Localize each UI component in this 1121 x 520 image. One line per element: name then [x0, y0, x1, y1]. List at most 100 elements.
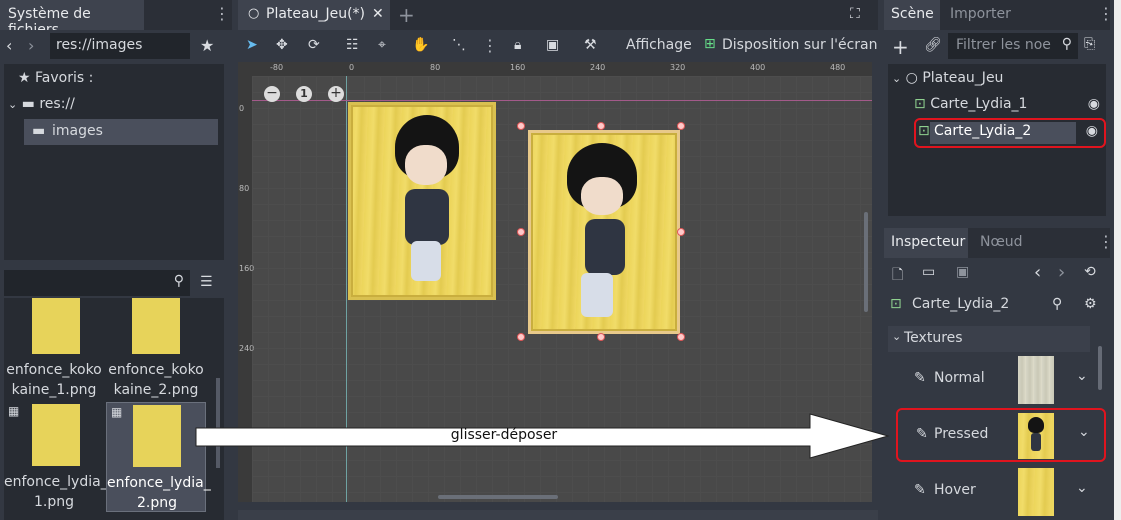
resize-handle[interactable]	[677, 228, 685, 236]
textures-section-header[interactable]: ⌄ Textures	[888, 326, 1090, 352]
file-thumbnail	[32, 404, 80, 466]
character-body	[1031, 433, 1041, 451]
favorites-row[interactable]: ★ Favoris :	[18, 70, 93, 86]
history-icon[interactable]: ⟲	[1084, 264, 1096, 280]
history-back-icon[interactable]: ‹	[1034, 262, 1041, 283]
search-icon[interactable]: ⚲	[1052, 296, 1062, 312]
images-folder-row[interactable]: ▬ images	[24, 119, 218, 145]
horizontal-scrollbar[interactable]	[438, 495, 558, 499]
bone-icon[interactable]: ⚒	[584, 37, 597, 53]
save-icon[interactable]: ▣	[956, 264, 969, 280]
add-tab-icon[interactable]: +	[398, 3, 415, 27]
card-lydia-2[interactable]	[528, 130, 680, 334]
script-icon[interactable]: ⎘	[1084, 36, 1095, 52]
image-file-icon: ▦	[8, 404, 20, 418]
resize-handle[interactable]	[677, 122, 685, 130]
list-select-icon[interactable]: ☷	[346, 37, 359, 53]
chevron-down-icon[interactable]: ⌄	[1078, 424, 1090, 440]
file-name: enfonce_lydia_ 2.png	[107, 475, 211, 511]
node-label: Carte_Lydia_2	[934, 123, 1032, 139]
resize-handle[interactable]	[677, 333, 685, 341]
ruler-label: 400	[750, 63, 766, 72]
rotate-tool-icon[interactable]: ⟳	[308, 37, 320, 53]
resize-handle[interactable]	[517, 228, 525, 236]
ruler-top: -80 0 80 160 240 320 400 480	[238, 62, 872, 76]
select-tool-icon[interactable]: ➤	[246, 37, 258, 53]
tab-inspector[interactable]: Inspecteur	[884, 228, 968, 258]
character-hair	[1028, 417, 1044, 433]
resize-handle[interactable]	[517, 122, 525, 130]
tab-filesystem[interactable]: Système de fichiers	[0, 0, 144, 38]
chevron-down-icon[interactable]: ⌄	[1076, 480, 1088, 496]
inspector-tabbar: Inspecteur Nœud ⋮	[884, 228, 1114, 258]
new-resource-icon[interactable]: 🗋︎	[892, 264, 903, 288]
file-item[interactable]: enfonce_koko kaine_1.png	[4, 298, 104, 398]
filesystem-top-panel: ‹ › res://images ★ ★ Favoris : ⌄ ▬ res:/…	[0, 30, 232, 260]
texture-preview[interactable]	[1018, 468, 1054, 516]
scene-node-carte-1[interactable]: ⊡ Carte_Lydia_1 ◉	[914, 96, 1104, 112]
res-root-row[interactable]: ⌄ ▬ res://	[8, 96, 75, 112]
dock-menu-icon[interactable]: ⋮	[1098, 234, 1114, 250]
visibility-eye-icon[interactable]: ◉	[1086, 123, 1098, 139]
resize-handle[interactable]	[517, 333, 525, 341]
scene-tabbar: Scène Importer ⋮	[884, 0, 1114, 30]
favorite-star-icon[interactable]: ★	[200, 36, 214, 55]
tab-scene[interactable]: Scène	[884, 0, 940, 30]
tools-icon[interactable]: ⚙	[1084, 296, 1097, 312]
texture-preview[interactable]	[1018, 356, 1054, 404]
file-item[interactable]: enfonce_koko kaine_2.png	[106, 298, 206, 398]
card-lydia-1[interactable]	[348, 102, 496, 300]
file-search-input[interactable]: ⚲	[4, 270, 190, 296]
close-icon[interactable]: ✕	[372, 6, 384, 22]
link-icon[interactable]: 🔗︎	[924, 37, 942, 53]
scene-node-root[interactable]: ⌄ ○ Plateau_Jeu	[892, 70, 1003, 86]
zoom-in-icon[interactable]: +	[328, 86, 344, 102]
tab-node[interactable]: Nœud	[980, 234, 1023, 250]
file-name: enfonce_lydia_ 1.png	[4, 474, 108, 510]
dock-menu-icon[interactable]: ⋮	[214, 6, 230, 22]
layout-grid-icon: ⊞	[704, 36, 716, 52]
vertical-scrollbar[interactable]	[864, 212, 868, 312]
lock-icon[interactable]: 🔒︎	[514, 37, 521, 53]
pivot-tool-icon[interactable]: ⌖	[378, 37, 386, 53]
texture-preview[interactable]	[1018, 413, 1054, 459]
list-view-icon[interactable]: ☰	[200, 274, 213, 290]
zoom-out-icon[interactable]: −	[264, 86, 280, 102]
tab-plateau-jeu[interactable]: ○ Plateau_Jeu(*) ✕	[238, 0, 390, 30]
pan-tool-icon[interactable]: ✋	[412, 37, 429, 53]
visibility-eye-icon[interactable]: ◉	[1088, 96, 1100, 112]
add-node-icon[interactable]: +	[892, 35, 909, 59]
snap-icon[interactable]: ⋱	[452, 37, 466, 53]
zoom-reset-button[interactable]: 1	[296, 86, 312, 102]
resize-handle[interactable]	[597, 333, 605, 341]
ruler-label: 320	[670, 63, 686, 72]
path-field[interactable]: res://images	[50, 33, 190, 59]
history-forward-icon[interactable]: ›	[1058, 262, 1065, 283]
character-face	[581, 177, 623, 215]
chevron-down-icon[interactable]: ⌄	[1076, 368, 1088, 384]
inspector-scrollbar[interactable]	[1098, 346, 1102, 390]
forward-icon[interactable]: ›	[28, 36, 34, 55]
group-icon[interactable]: ▣	[546, 37, 559, 53]
tab-label: Plateau_Jeu(*)	[266, 6, 366, 22]
character-body	[585, 219, 625, 275]
ruler-label: 160	[510, 63, 526, 72]
more-icon[interactable]: ⋮	[482, 38, 498, 54]
file-thumbnail	[32, 298, 80, 354]
dock-menu-icon[interactable]: ⋮	[1098, 6, 1114, 22]
scene-filter-input[interactable]: Filtrer les noe ⚲	[948, 33, 1078, 59]
view-menu[interactable]: Affichage	[626, 37, 692, 53]
node-circle-icon: ○	[905, 70, 918, 86]
layout-menu[interactable]: Disposition sur l'écran	[722, 37, 878, 53]
file-item[interactable]: ▦ enfonce_lydia_ 1.png	[4, 402, 108, 512]
file-item-selected[interactable]: ▦ enfonce_lydia_ 2.png	[106, 402, 211, 512]
scene-node-carte-2[interactable]: ⊡ Carte_Lydia_2 ◉	[914, 118, 1106, 148]
back-icon[interactable]: ‹	[6, 36, 12, 55]
open-folder-icon[interactable]: ▭	[922, 264, 935, 280]
texture-icon: ✎	[914, 370, 926, 386]
resize-handle[interactable]	[597, 122, 605, 130]
fullscreen-icon[interactable]: ⛶	[850, 6, 860, 22]
move-tool-icon[interactable]: ✥	[276, 37, 288, 53]
favorites-label: Favoris :	[35, 70, 94, 86]
tab-import[interactable]: Importer	[950, 6, 1011, 22]
